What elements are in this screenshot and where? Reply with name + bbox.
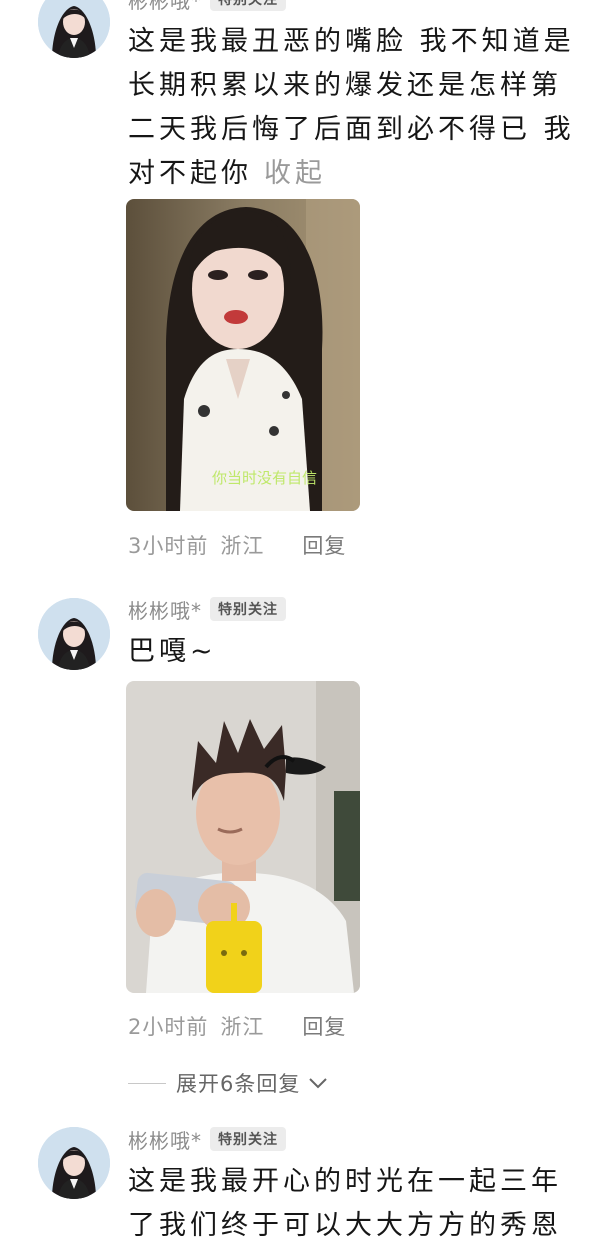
avatar[interactable] <box>38 0 110 58</box>
avatar[interactable] <box>38 598 110 670</box>
username[interactable]: 彬彬哦* <box>128 0 202 14</box>
comment-location: 浙江 <box>220 1015 265 1039</box>
special-follow-badge: 特别关注 <box>210 0 286 11</box>
comment-meta: 彬彬哦* 特别关注 <box>128 1125 286 1154</box>
comment-footer: 3小时前 浙江 回复 <box>128 530 346 560</box>
special-follow-badge: 特别关注 <box>210 597 286 621</box>
reply-button[interactable]: 回复 <box>302 1011 346 1041</box>
expand-replies-button[interactable]: 展开6条回复 <box>128 1068 328 1098</box>
collapse-link[interactable]: 收起 <box>264 158 326 189</box>
avatar[interactable] <box>38 1127 110 1199</box>
comment-text: 巴嘎~ <box>128 636 217 667</box>
comment-text: 这是我最丑恶的嘴脸 我不知道是长期积累以来的爆发还是怎样第二天我后悔了后面到必不… <box>128 20 588 196</box>
comment-time: 2小时前 <box>128 1015 209 1039</box>
comment-time: 3小时前 <box>128 534 209 558</box>
comment-meta: 彬彬哦* 特别关注 <box>128 595 286 624</box>
comment-footer: 2小时前 浙江 回复 <box>128 1011 346 1041</box>
reply-button[interactable]: 回复 <box>302 530 346 560</box>
expand-replies-label: 展开6条回复 <box>176 1072 301 1096</box>
username[interactable]: 彬彬哦* <box>128 595 202 624</box>
chevron-down-icon <box>308 1071 328 1095</box>
comment-location: 浙江 <box>220 534 265 558</box>
username[interactable]: 彬彬哦* <box>128 1125 202 1154</box>
comment-photo[interactable]: 你当时没有自信 <box>126 199 360 511</box>
comment-text: 这是我最开心的时光在一起三年了我们终于可以大大方方的秀恩爱了 <box>128 1166 562 1241</box>
special-follow-badge: 特别关注 <box>210 1127 286 1151</box>
comment-thread: 彬彬哦* 特别关注 这是我最丑恶的嘴脸 我不知道是长期积累以来的爆发还是怎样第二… <box>0 0 592 1248</box>
photo-caption: 你当时没有自信 <box>212 469 317 487</box>
comment-photo[interactable] <box>126 681 360 993</box>
comment-meta: 彬彬哦* 特别关注 <box>128 0 286 14</box>
divider-line <box>128 1082 166 1084</box>
comment-body: 这是我最丑恶的嘴脸 我不知道是长期积累以来的爆发还是怎样第二天我后悔了后面到必不… <box>128 26 575 189</box>
